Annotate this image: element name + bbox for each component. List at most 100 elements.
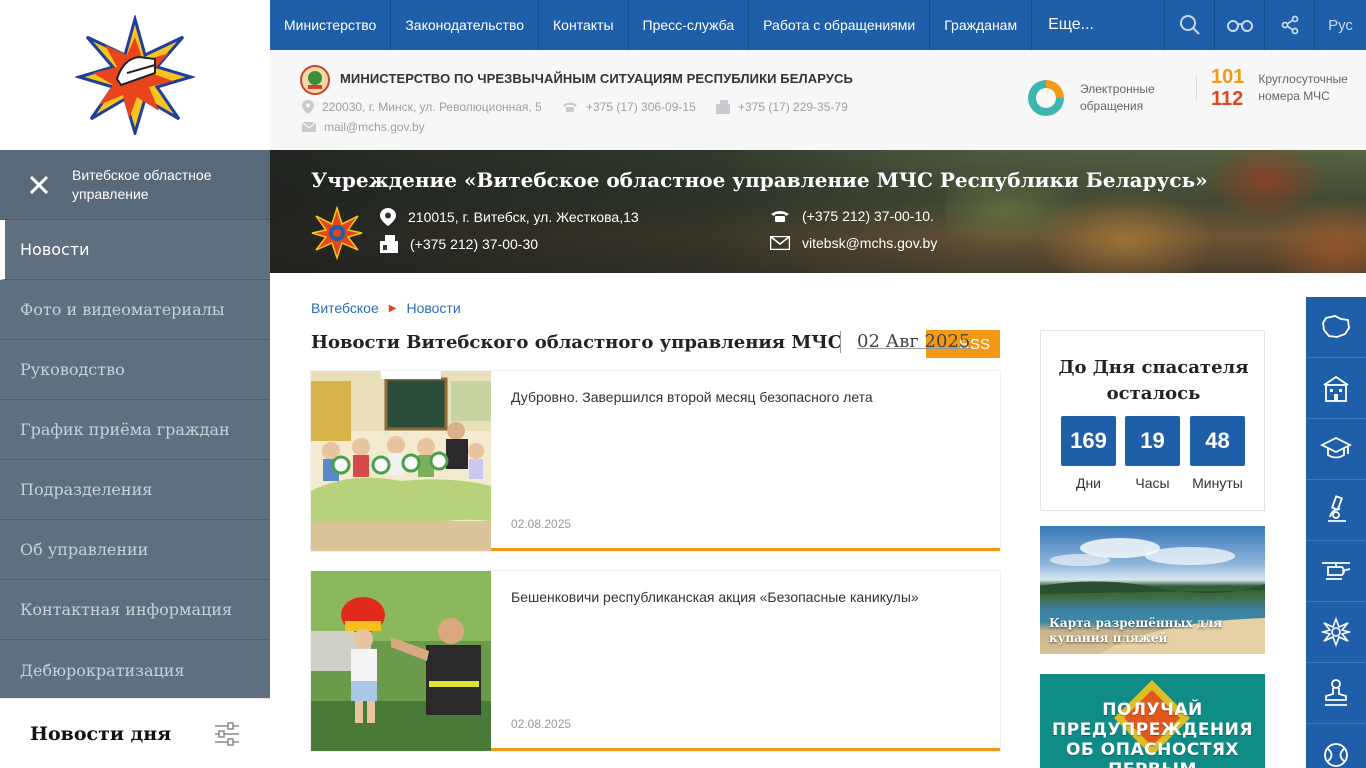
countdown-title: До Дня спасателя осталось bbox=[1058, 357, 1249, 404]
electronic-appeals-link[interactable]: Электронные обращения bbox=[1026, 78, 1155, 118]
graduation-cap-icon bbox=[1320, 436, 1352, 459]
hotline-numbers: 101 112 Круглосуточные номера МЧС bbox=[1196, 66, 1348, 110]
classroom-photo-icon bbox=[311, 371, 491, 551]
sidebar-item-media[interactable]: Фото и видеоматериалы bbox=[0, 280, 270, 340]
news-card-title[interactable]: Дубровно. Завершился второй месяц безопа… bbox=[511, 389, 873, 405]
rescuer-day-countdown: До Дня спасателя осталось 169 19 48 Дни Ч… bbox=[1040, 330, 1265, 511]
breadcrumb: Витебское ▶ Новости bbox=[311, 300, 461, 316]
fax-icon bbox=[716, 100, 730, 114]
countdown-days: 169 bbox=[1061, 416, 1116, 466]
sidebar-item-divisions[interactable]: Подразделения bbox=[0, 460, 270, 520]
low-vision-button[interactable] bbox=[1214, 0, 1264, 50]
regional-emblem-icon bbox=[311, 206, 363, 260]
location-pin-icon bbox=[302, 100, 314, 114]
microscope-icon bbox=[1328, 495, 1346, 522]
countdown-hours-label: Часы bbox=[1135, 475, 1170, 491]
countdown-hours: 19 bbox=[1125, 416, 1180, 466]
share-icon bbox=[1281, 15, 1298, 35]
news-card-image[interactable] bbox=[311, 371, 491, 551]
phone-icon bbox=[563, 102, 577, 112]
breadcrumb-current[interactable]: Новости bbox=[406, 300, 460, 316]
sidebar-item-contacts[interactable]: Контактная информация bbox=[0, 580, 270, 640]
quick-link-sport[interactable] bbox=[1306, 724, 1366, 768]
mail-icon bbox=[302, 122, 316, 132]
mchs-logo[interactable] bbox=[0, 0, 270, 150]
filter-sliders-icon[interactable] bbox=[214, 721, 240, 746]
share-button[interactable] bbox=[1264, 0, 1314, 50]
sidebar-item-leadership[interactable]: Руководство bbox=[0, 340, 270, 400]
sidebar-menu: Витебское областное управление Новости Фо… bbox=[0, 150, 270, 698]
hotline-101[interactable]: 101 bbox=[1211, 66, 1244, 88]
phone-icon bbox=[771, 211, 789, 222]
banner-title: Учреждение «Витебское областное управлен… bbox=[311, 168, 1208, 192]
nav-legislation[interactable]: Законодательство bbox=[391, 0, 540, 50]
belarus-emblem-icon bbox=[300, 65, 330, 95]
close-icon[interactable] bbox=[28, 174, 50, 196]
quick-link-stamp[interactable] bbox=[1306, 663, 1366, 724]
quick-link-building[interactable] bbox=[1306, 358, 1366, 419]
ministry-email[interactable]: mail@mchs.gov.by bbox=[302, 120, 425, 134]
location-pin-icon bbox=[380, 208, 396, 226]
quick-link-emblem[interactable] bbox=[1306, 602, 1366, 663]
news-of-day-panel: Новости дня bbox=[0, 698, 270, 768]
search-button[interactable] bbox=[1164, 0, 1214, 50]
quick-link-science[interactable] bbox=[1306, 480, 1366, 541]
quick-link-map[interactable] bbox=[1306, 297, 1366, 358]
banner-address: 210015, г. Витебск, ул. Жесткова,13 bbox=[380, 208, 639, 226]
countdown-minutes: 48 bbox=[1190, 416, 1245, 466]
nav-appeals[interactable]: Работа с обращениями bbox=[749, 0, 931, 50]
banner-phone[interactable]: (+375 212) 37-00-10. bbox=[770, 208, 934, 224]
news-card-date: 02.08.2025 bbox=[511, 517, 572, 531]
top-navigation: Министерство Законодательство Контакты П… bbox=[270, 0, 1366, 50]
quick-link-education[interactable] bbox=[1306, 419, 1366, 480]
beach-map-banner[interactable]: Карта разрешённых для купания пляжей bbox=[1040, 526, 1265, 654]
mail-icon bbox=[770, 236, 790, 250]
news-card[interactable]: Бешенковичи республиканская акция «Безоп… bbox=[311, 571, 1000, 751]
belarus-map-icon bbox=[1322, 315, 1350, 338]
ministry-address: 220030, г. Минск, ул. Революционная, 5 bbox=[302, 100, 542, 114]
regional-banner: Учреждение «Витебское областное управлен… bbox=[270, 150, 1366, 273]
nav-press[interactable]: Пресс-служба bbox=[629, 0, 750, 50]
news-date-picker[interactable]: 02 Авг 2025 bbox=[840, 331, 970, 353]
ministry-title: МИНИСТЕРСТВО ПО ЧРЕЗВЫЧАЙНЫМ СИТУАЦИЯМ Р… bbox=[340, 71, 853, 86]
news-of-day-title: Новости дня bbox=[30, 722, 172, 745]
sidebar-item-about[interactable]: Об управлении bbox=[0, 520, 270, 580]
breadcrumb-root[interactable]: Витебское bbox=[311, 300, 379, 316]
helicopter-icon bbox=[1322, 562, 1351, 580]
ministry-phone[interactable]: +375 (17) 306-09-15 bbox=[562, 100, 696, 114]
news-card-image[interactable] bbox=[311, 571, 491, 751]
firefighter-child-photo-icon bbox=[311, 571, 491, 751]
news-card-date: 02.08.2025 bbox=[511, 717, 572, 731]
ministry-header: МИНИСТЕРСТВО ПО ЧРЕЗВЫЧАЙНЫМ СИТУАЦИЯМ Р… bbox=[270, 50, 1366, 150]
tennis-icon bbox=[1324, 742, 1348, 767]
electronic-appeals-icon bbox=[1028, 80, 1064, 116]
quick-link-aviation[interactable] bbox=[1306, 541, 1366, 602]
sidebar-item-news[interactable]: Новости bbox=[0, 220, 270, 280]
banner-email[interactable]: vitebsk@mchs.gov.by bbox=[770, 235, 937, 251]
stamp-icon bbox=[1325, 679, 1347, 706]
fax-icon bbox=[380, 235, 398, 253]
banner-fax: (+375 212) 37-00-30 bbox=[380, 235, 538, 253]
ministry-fax: +375 (17) 229-35-79 bbox=[716, 100, 848, 114]
page-title: Новости Витебского областного управления… bbox=[311, 332, 843, 353]
hotline-112[interactable]: 112 bbox=[1211, 88, 1244, 110]
countdown-minutes-label: Минуты bbox=[1192, 475, 1243, 491]
news-card[interactable]: Дубровно. Завершился второй месяц безопа… bbox=[311, 371, 1000, 551]
news-card-title[interactable]: Бешенковичи республиканская акция «Безоп… bbox=[511, 589, 919, 605]
mchs-star-logo-icon bbox=[75, 15, 195, 135]
language-switch[interactable]: Рус bbox=[1314, 0, 1366, 50]
quick-links-bar bbox=[1306, 297, 1366, 768]
sidebar-header: Витебское областное управление bbox=[0, 150, 270, 220]
sidebar-item-reception-schedule[interactable]: График приёма граждан bbox=[0, 400, 270, 460]
sidebar-item-debureaucratization[interactable]: Дебюрократизация bbox=[0, 640, 270, 700]
building-icon bbox=[1323, 375, 1349, 402]
emblem-icon bbox=[1321, 617, 1351, 647]
countdown-days-label: Дни bbox=[1075, 475, 1102, 491]
glasses-icon bbox=[1226, 20, 1253, 32]
nav-citizens[interactable]: Гражданам bbox=[930, 0, 1033, 50]
warnings-banner[interactable]: ПОЛУЧАЙ ПРЕДУПРЕЖДЕНИЯ ОБ ОПАСНОСТЯХ ПЕР… bbox=[1040, 674, 1265, 768]
search-icon bbox=[1179, 15, 1200, 35]
nav-contacts[interactable]: Контакты bbox=[539, 0, 629, 50]
nav-ministry[interactable]: Министерство bbox=[270, 0, 392, 50]
nav-more[interactable]: Еще... bbox=[1032, 0, 1110, 50]
